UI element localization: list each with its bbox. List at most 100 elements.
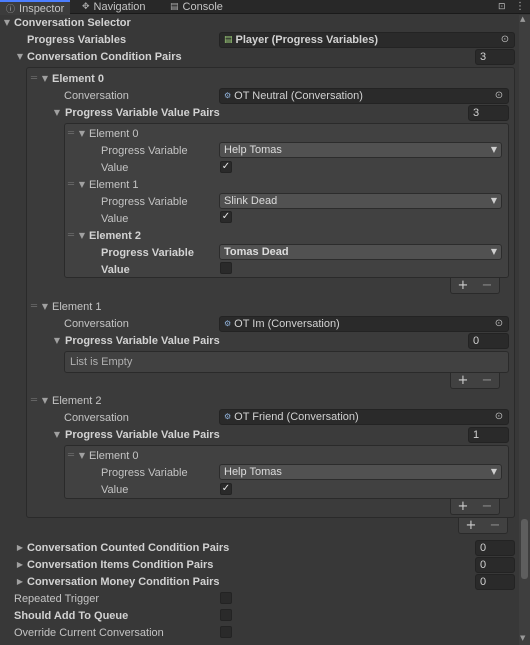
value-checkbox[interactable]: ✓	[220, 161, 232, 173]
value-label: Value	[101, 213, 129, 225]
tab-inspector[interactable]: ⓘ Inspector	[0, 0, 71, 15]
list-label: Conversation Items Condition Pairs	[27, 559, 214, 571]
scrollbar-thumb[interactable]	[521, 519, 528, 579]
foldout-open-icon[interactable]: ▼	[15, 50, 25, 64]
drag-handle-icon[interactable]: ═	[31, 72, 37, 86]
object-picker-icon[interactable]: ⊙	[499, 34, 511, 46]
list-size-field[interactable]: 0	[475, 540, 515, 556]
list-label: Conversation Money Condition Pairs	[27, 576, 220, 588]
foldout-open-icon[interactable]: ▼	[77, 178, 87, 192]
tab-navigation[interactable]: ✥ Navigation	[76, 0, 152, 14]
foldout-open-icon[interactable]: ▼	[77, 229, 87, 243]
pvvp-label: Progress Variable Value Pairs	[65, 335, 220, 347]
conversation-field[interactable]: ⚙ OT Neutral (Conversation) ⊙	[219, 88, 509, 104]
drag-handle-icon[interactable]: ═	[68, 229, 74, 243]
tab-console[interactable]: ▤ Console	[164, 0, 229, 14]
progress-variables-label: Progress Variables	[27, 34, 127, 46]
drag-handle-icon[interactable]: ═	[68, 127, 74, 141]
foldout-open-icon[interactable]: ▼	[40, 300, 50, 314]
foldout-closed-icon[interactable]: ▶	[15, 541, 25, 555]
should-add-to-queue-label: Should Add To Queue	[14, 610, 129, 622]
list-size-field[interactable]: 0	[475, 557, 515, 573]
add-element-button[interactable]: +	[466, 518, 477, 533]
scriptable-object-icon: ⚙	[224, 319, 232, 328]
progress-variables-field[interactable]: ▤ Player (Progress Variables) ⊙	[219, 32, 515, 48]
scroll-down-arrow-icon[interactable]: ▼	[520, 634, 525, 642]
drag-handle-icon[interactable]: ═	[31, 394, 37, 408]
scriptable-object-icon: ⚙	[224, 91, 232, 100]
remove-element-button[interactable]: −	[482, 278, 493, 293]
value-checkbox[interactable]: ✓	[220, 483, 232, 495]
list-footer: + −	[450, 499, 500, 515]
progress-variable-label: Progress Variable	[101, 247, 194, 259]
remove-element-button[interactable]: −	[490, 518, 501, 533]
tab-label: Console	[182, 1, 223, 13]
item-label: Element 0	[89, 128, 139, 140]
pvvp-size-field[interactable]: 0	[468, 333, 509, 349]
repeated-trigger-checkbox[interactable]	[220, 592, 232, 604]
foldout-open-icon[interactable]: ▼	[52, 334, 62, 348]
conversation-label: Conversation	[64, 318, 129, 330]
pvvp-size-field[interactable]: 3	[468, 105, 509, 121]
conversation-condition-pairs-label: Conversation Condition Pairs	[27, 51, 182, 63]
navigation-icon: ✥	[82, 2, 90, 12]
conversation-label: Conversation	[64, 412, 129, 424]
list-footer: + −	[450, 373, 500, 389]
progress-variable-label: Progress Variable	[101, 196, 188, 208]
list-size-field[interactable]: 0	[475, 574, 515, 590]
pvvp-size-field[interactable]: 1	[468, 427, 509, 443]
scriptable-object-icon: ⚙	[224, 412, 232, 421]
object-picker-icon[interactable]: ⊙	[493, 318, 505, 330]
tab-label: Navigation	[93, 1, 146, 13]
foldout-open-icon[interactable]: ▼	[77, 449, 87, 463]
dropdown-arrow-icon: ▼	[490, 145, 497, 154]
value-checkbox[interactable]: ✓	[220, 211, 232, 223]
drag-handle-icon[interactable]: ═	[31, 300, 37, 314]
lock-icon[interactable]: ⊡	[498, 0, 506, 14]
scroll-up-arrow-icon[interactable]: ▲	[520, 15, 525, 23]
pvvp-label: Progress Variable Value Pairs	[65, 429, 220, 441]
progress-variable-label: Progress Variable	[101, 467, 188, 479]
override-current-conversation-checkbox[interactable]	[220, 626, 232, 638]
progress-variable-dropdown[interactable]: Tomas Dead ▼	[219, 244, 502, 260]
menu-icon[interactable]: ⋮	[515, 0, 525, 14]
value-label: Value	[101, 484, 129, 496]
info-icon: ⓘ	[6, 5, 16, 15]
pvvp-label: Progress Variable Value Pairs	[65, 107, 220, 119]
foldout-open-icon[interactable]: ▼	[77, 127, 87, 141]
foldout-open-icon[interactable]: ▼	[52, 428, 62, 442]
progress-variable-dropdown[interactable]: Help Tomas ▼	[219, 464, 502, 480]
add-element-button[interactable]: +	[458, 499, 469, 514]
foldout-open-icon[interactable]: ▼	[40, 72, 50, 86]
foldout-open-icon[interactable]: ▼	[40, 394, 50, 408]
item-label: Element 0	[89, 450, 139, 462]
object-picker-icon[interactable]: ⊙	[493, 90, 505, 102]
add-element-button[interactable]: +	[458, 278, 469, 293]
script-icon: ▤	[224, 35, 233, 45]
list-footer: + −	[450, 278, 500, 294]
conversation-field[interactable]: ⚙ OT Im (Conversation) ⊙	[219, 316, 509, 332]
drag-handle-icon[interactable]: ═	[68, 178, 74, 192]
dropdown-arrow-icon: ▼	[490, 247, 497, 256]
item-label: Element 2	[89, 230, 141, 242]
remove-element-button[interactable]: −	[482, 499, 493, 514]
list-footer: + −	[458, 518, 508, 534]
repeated-trigger-label: Repeated Trigger	[14, 593, 99, 605]
foldout-closed-icon[interactable]: ▶	[15, 558, 25, 572]
conversation-field[interactable]: ⚙ OT Friend (Conversation) ⊙	[219, 409, 509, 425]
object-picker-icon[interactable]: ⊙	[493, 411, 505, 423]
value-label: Value	[101, 264, 130, 276]
should-add-to-queue-checkbox[interactable]	[220, 609, 232, 621]
add-element-button[interactable]: +	[458, 373, 469, 388]
tab-label: Inspector	[19, 2, 65, 15]
progress-variable-label: Progress Variable	[101, 145, 188, 157]
value-checkbox[interactable]	[220, 262, 232, 274]
drag-handle-icon[interactable]: ═	[68, 449, 74, 463]
list-size-field[interactable]: 3	[475, 49, 515, 65]
progress-variable-dropdown[interactable]: Slink Dead ▼	[219, 193, 502, 209]
foldout-open-icon[interactable]: ▼	[52, 106, 62, 120]
foldout-open-icon[interactable]: ▼	[2, 16, 12, 30]
foldout-closed-icon[interactable]: ▶	[15, 575, 25, 589]
progress-variable-dropdown[interactable]: Help Tomas ▼	[219, 142, 502, 158]
remove-element-button[interactable]: −	[482, 373, 493, 388]
